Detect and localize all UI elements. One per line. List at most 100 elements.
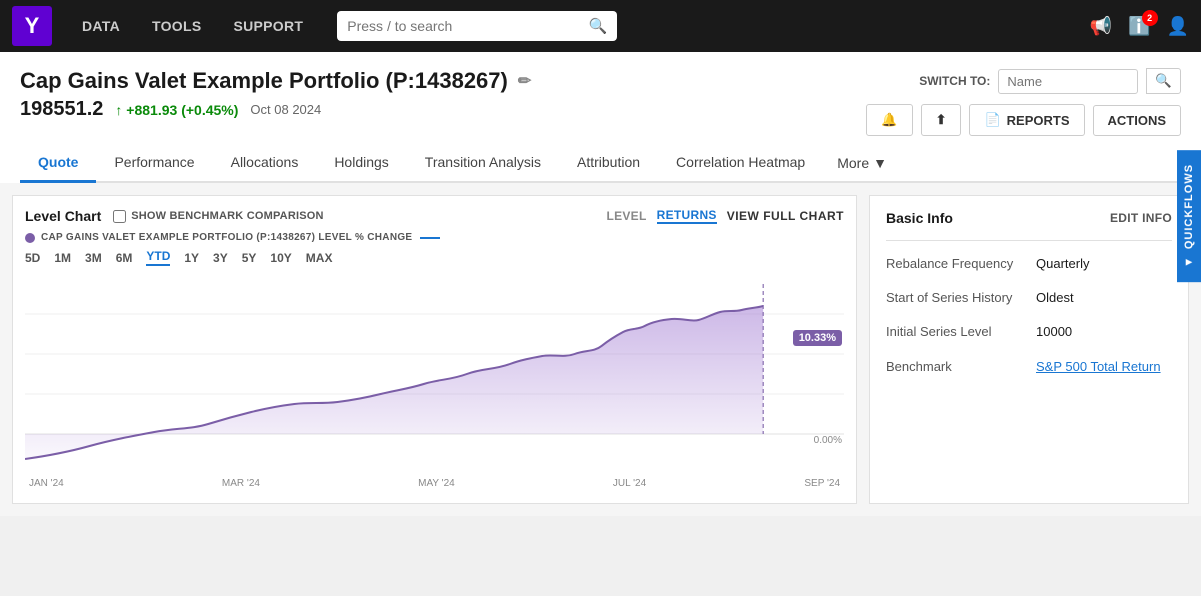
portfolio-name: Cap Gains Valet Example Portfolio (P:143… bbox=[20, 68, 508, 94]
navbar: Y DATA TOOLS SUPPORT 🔍 📢 ℹ️ 2 👤 bbox=[0, 0, 1201, 52]
price-value: 198551.2 bbox=[20, 98, 103, 121]
chart-panel: Level Chart SHOW BENCHMARK COMPARISON LE… bbox=[12, 195, 857, 504]
time-6m[interactable]: 6M bbox=[116, 251, 133, 265]
share-button[interactable]: ⬆ bbox=[921, 104, 962, 136]
yahoo-finance-logo[interactable]: Y bbox=[12, 6, 52, 46]
notification-badge: 2 bbox=[1142, 10, 1158, 26]
notifications-icon[interactable]: 📢 bbox=[1090, 16, 1112, 37]
legend-text: CAP GAINS VALET EXAMPLE PORTFOLIO (P:143… bbox=[41, 232, 412, 243]
benchmark-checkbox[interactable]: SHOW BENCHMARK COMPARISON bbox=[113, 210, 323, 223]
navbar-right: 📢 ℹ️ 2 👤 bbox=[1090, 16, 1189, 37]
chevron-down-icon: ▼ bbox=[873, 155, 887, 171]
chart-header: Level Chart SHOW BENCHMARK COMPARISON LE… bbox=[25, 208, 844, 224]
info-icon[interactable]: ℹ️ 2 bbox=[1128, 16, 1150, 37]
benchmark-checkbox-input[interactable] bbox=[113, 210, 126, 223]
switch-to-row: SWITCH TO: 🔍 bbox=[919, 68, 1181, 94]
time-5y[interactable]: 5Y bbox=[242, 251, 257, 265]
benchmark-value: S&P 500 Total Return bbox=[1036, 358, 1161, 376]
quickflows-label: QUICKFLOWS bbox=[1183, 164, 1195, 249]
reports-button[interactable]: 📄 REPORTS bbox=[969, 104, 1084, 136]
x-label-may: MAY '24 bbox=[418, 478, 455, 489]
info-row-benchmark: Benchmark S&P 500 Total Return bbox=[886, 358, 1172, 376]
benchmark-label: SHOW BENCHMARK COMPARISON bbox=[131, 210, 323, 222]
actions-button[interactable]: ACTIONS bbox=[1093, 105, 1182, 136]
info-row-rebalance: Rebalance Frequency Quarterly bbox=[886, 255, 1172, 273]
tab-allocations[interactable]: Allocations bbox=[213, 144, 317, 183]
time-3m[interactable]: 3M bbox=[85, 251, 102, 265]
legend-dot bbox=[25, 233, 35, 243]
initial-level-value: 10000 bbox=[1036, 323, 1072, 341]
bell-icon: 🔔 bbox=[881, 112, 897, 128]
search-icon: 🔍 bbox=[589, 17, 608, 35]
tab-attribution[interactable]: Attribution bbox=[559, 144, 658, 183]
legend-underline bbox=[420, 237, 440, 239]
reports-label: REPORTS bbox=[1007, 113, 1070, 128]
time-5d[interactable]: 5D bbox=[25, 251, 40, 265]
info-row-start-series: Start of Series History Oldest bbox=[886, 289, 1172, 307]
tab-transition-analysis[interactable]: Transition Analysis bbox=[407, 144, 559, 183]
x-label-jan: JAN '24 bbox=[29, 478, 64, 489]
chart-end-value: 10.33% bbox=[793, 330, 842, 346]
user-profile-icon[interactable]: 👤 bbox=[1167, 16, 1189, 37]
portfolio-title-group: Cap Gains Valet Example Portfolio (P:143… bbox=[20, 68, 531, 94]
chart-type-buttons: LEVEL RETURNS VIEW FULL CHART bbox=[606, 208, 844, 224]
time-1m[interactable]: 1M bbox=[54, 251, 71, 265]
tab-quote[interactable]: Quote bbox=[20, 144, 96, 183]
chart-legend: CAP GAINS VALET EXAMPLE PORTFOLIO (P:143… bbox=[25, 232, 844, 243]
x-label-mar: MAR '24 bbox=[222, 478, 260, 489]
tab-performance[interactable]: Performance bbox=[96, 144, 212, 183]
time-3y[interactable]: 3Y bbox=[213, 251, 228, 265]
chart-svg bbox=[25, 274, 844, 474]
chart-title: Level Chart bbox=[25, 208, 101, 224]
switch-to-label: SWITCH TO: bbox=[919, 74, 990, 88]
edit-info-button[interactable]: EDIT INFO bbox=[1110, 211, 1172, 225]
nav-data[interactable]: DATA bbox=[68, 12, 134, 40]
price-change: ↑ +881.93 (+0.45%) bbox=[115, 102, 238, 118]
tab-more[interactable]: More ▼ bbox=[823, 145, 901, 181]
portfolio-title: Cap Gains Valet Example Portfolio (P:143… bbox=[20, 68, 531, 94]
tabs-bar: Quote Performance Allocations Holdings T… bbox=[20, 144, 1181, 183]
switch-to-search-button[interactable]: 🔍 bbox=[1146, 68, 1181, 94]
alert-button[interactable]: 🔔 bbox=[866, 104, 912, 136]
time-1y[interactable]: 1Y bbox=[184, 251, 199, 265]
header-row: Cap Gains Valet Example Portfolio (P:143… bbox=[20, 68, 1181, 94]
rebalance-value: Quarterly bbox=[1036, 255, 1089, 273]
nav-tools[interactable]: TOOLS bbox=[138, 12, 215, 40]
nav-support[interactable]: SUPPORT bbox=[219, 12, 317, 40]
action-buttons: 🔔 ⬆ 📄 REPORTS ACTIONS bbox=[866, 104, 1181, 136]
x-label-sep: SEP '24 bbox=[804, 478, 840, 489]
benchmark-link[interactable]: S&P 500 Total Return bbox=[1036, 359, 1161, 374]
benchmark-label-text: Benchmark bbox=[886, 358, 1026, 376]
nav-menu: DATA TOOLS SUPPORT bbox=[68, 12, 317, 40]
start-series-label: Start of Series History bbox=[886, 289, 1026, 307]
basic-info-title: Basic Info bbox=[886, 210, 953, 226]
tab-correlation-heatmap[interactable]: Correlation Heatmap bbox=[658, 144, 823, 183]
x-label-jul: JUL '24 bbox=[613, 478, 646, 489]
edit-title-icon[interactable]: ✏ bbox=[518, 71, 531, 91]
main-body: Level Chart SHOW BENCHMARK COMPARISON LE… bbox=[0, 183, 1201, 516]
initial-level-label: Initial Series Level bbox=[886, 323, 1026, 341]
actions-label: ACTIONS bbox=[1108, 113, 1167, 128]
price-date: Oct 08 2024 bbox=[250, 102, 321, 117]
info-panel: Basic Info EDIT INFO Rebalance Frequency… bbox=[869, 195, 1189, 504]
time-max[interactable]: MAX bbox=[306, 251, 333, 265]
share-icon: ⬆ bbox=[936, 112, 947, 128]
quickflows-button[interactable]: ◄ QUICKFLOWS bbox=[1177, 150, 1201, 282]
search-bar: 🔍 bbox=[337, 11, 617, 41]
switch-to-input[interactable] bbox=[998, 69, 1138, 94]
chart-type-level[interactable]: LEVEL bbox=[606, 209, 646, 223]
view-full-chart-btn[interactable]: VIEW FULL CHART bbox=[727, 209, 844, 223]
start-series-value: Oldest bbox=[1036, 289, 1074, 307]
tab-holdings[interactable]: Holdings bbox=[316, 144, 406, 183]
search-input[interactable] bbox=[347, 18, 580, 34]
chart-x-labels: JAN '24 MAR '24 MAY '24 JUL '24 SEP '24 bbox=[25, 476, 844, 491]
divider bbox=[886, 240, 1172, 241]
time-10y[interactable]: 10Y bbox=[270, 251, 291, 265]
quickflows-arrow: ◄ bbox=[1183, 255, 1195, 268]
price-row: 198551.2 ↑ +881.93 (+0.45%) Oct 08 2024 bbox=[20, 98, 321, 121]
time-ytd[interactable]: YTD bbox=[146, 249, 170, 266]
time-range-buttons: 5D 1M 3M 6M YTD 1Y 3Y 5Y 10Y MAX bbox=[25, 249, 844, 266]
chart-zero-value: 0.00% bbox=[814, 435, 842, 446]
chart-type-returns[interactable]: RETURNS bbox=[657, 208, 717, 224]
reports-icon: 📄 bbox=[984, 112, 1000, 128]
